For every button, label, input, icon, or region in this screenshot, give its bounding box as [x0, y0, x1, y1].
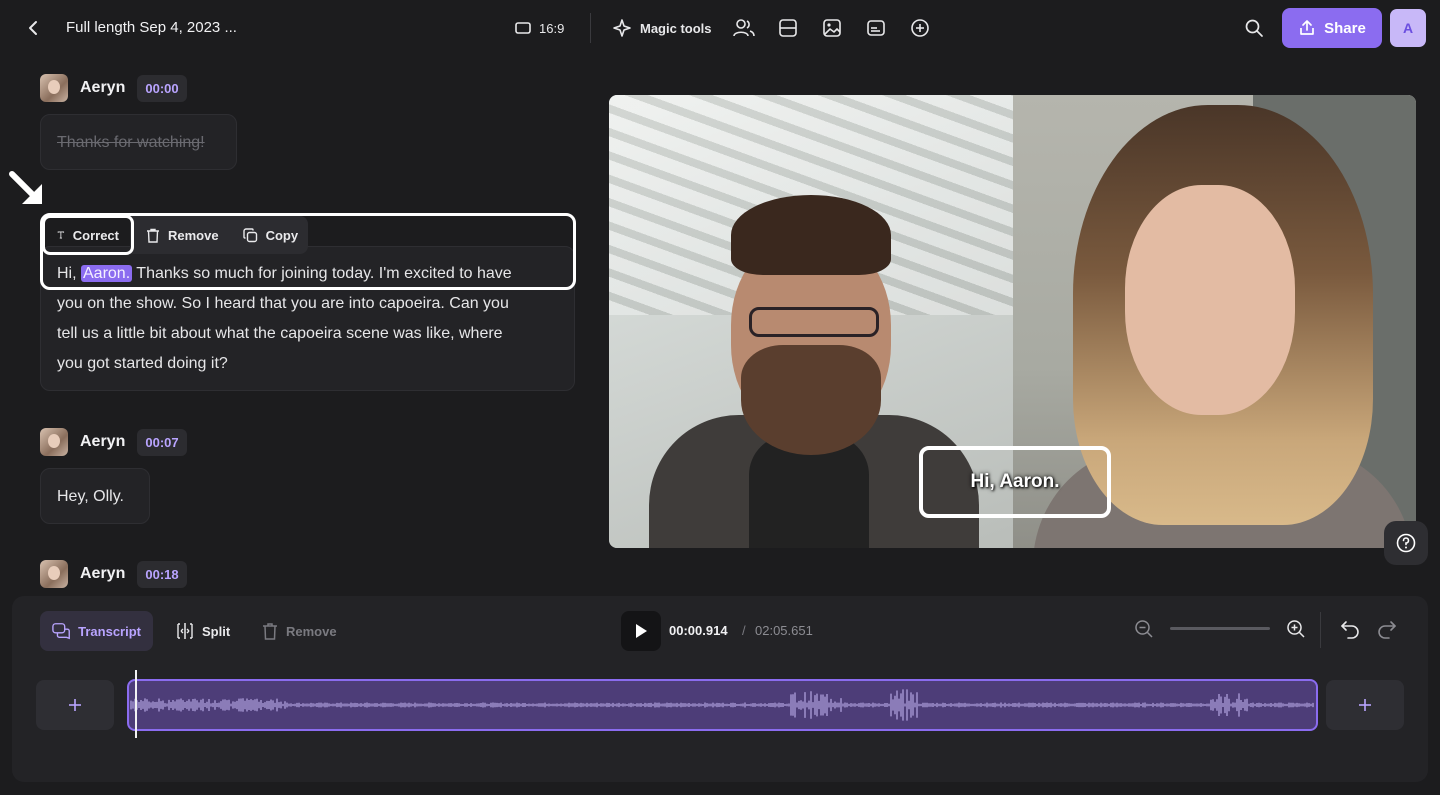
segment-text: Hey, Olly. [57, 488, 124, 505]
toolbar-divider [590, 13, 591, 43]
media-button[interactable] [820, 16, 844, 40]
help-icon [1396, 533, 1416, 553]
trash-icon [263, 623, 277, 640]
timestamp-badge[interactable]: 00:00 [137, 74, 187, 102]
speaker-name[interactable]: Aeryn [80, 433, 125, 451]
plus-icon [1359, 699, 1371, 711]
add-button[interactable] [908, 16, 932, 40]
aspect-ratio-button[interactable]: 16:9 [515, 17, 564, 39]
timeline-divider [1320, 612, 1321, 648]
segment-line: you got started doing it? [57, 355, 228, 372]
layout-icon [779, 19, 797, 37]
video-preview[interactable]: Hi, Aaron. [609, 95, 1416, 548]
top-bar: Full length Sep 4, 2023 ... 16:9 Magic t… [0, 0, 1440, 56]
waveform [130, 689, 1314, 721]
transcript-segment[interactable]: Hey, Olly. [40, 468, 150, 524]
playhead[interactable] [135, 670, 137, 738]
zoom-out-icon[interactable] [1134, 619, 1154, 639]
timestamp-badge[interactable]: 00:18 [137, 560, 187, 588]
speaker-name[interactable]: Aeryn [80, 565, 125, 583]
play-icon [636, 624, 647, 638]
search-icon [1245, 19, 1263, 37]
help-button[interactable] [1384, 521, 1428, 565]
add-clip-after-button[interactable] [1326, 680, 1404, 730]
speaker-name[interactable]: Aeryn [80, 79, 125, 97]
captions-button[interactable] [864, 16, 888, 40]
users-icon [733, 19, 755, 37]
split-button[interactable]: Split [164, 611, 242, 651]
search-button[interactable] [1242, 16, 1266, 40]
plus-icon [69, 699, 81, 711]
transcript-label: Transcript [78, 623, 141, 639]
sparkle-icon [613, 19, 631, 37]
speaker-row: Aeryn 00:18 [40, 560, 187, 588]
segment-line: tell us a little bit about what the capo… [57, 325, 503, 342]
image-icon [823, 19, 841, 37]
segment-line: you on the show. So I heard that you are… [57, 295, 509, 312]
chat-icon [52, 623, 70, 640]
selection-highlight-box [40, 213, 576, 290]
back-button[interactable] [22, 16, 44, 40]
share-icon [1300, 20, 1314, 35]
remove-clip-label: Remove [286, 623, 337, 639]
transcript-toggle-button[interactable]: Transcript [40, 611, 153, 651]
chevron-left-icon [29, 21, 37, 35]
undo-icon[interactable] [1340, 619, 1360, 639]
split-icon [177, 623, 193, 639]
timestamp-badge[interactable]: 00:07 [137, 428, 187, 456]
speaker-avatar [40, 560, 68, 588]
speaker-avatar [40, 428, 68, 456]
transcript-segment[interactable]: Thanks for watching! [40, 114, 237, 170]
magic-tools-button[interactable]: Magic tools [612, 16, 712, 40]
share-label: Share [1324, 19, 1366, 37]
speaker-avatar [40, 74, 68, 102]
user-avatar[interactable]: A [1390, 9, 1426, 47]
zoom-slider[interactable] [1170, 627, 1270, 630]
add-clip-before-button[interactable] [36, 680, 114, 730]
speaker-row: Aeryn 00:07 [40, 428, 187, 456]
play-button[interactable] [621, 611, 661, 651]
audio-track-clip[interactable] [127, 679, 1318, 731]
pointer-arrow-icon [9, 171, 42, 204]
caption-overlay[interactable]: Hi, Aaron. [919, 446, 1111, 518]
share-button[interactable]: Share [1282, 8, 1382, 48]
time-separator: / [742, 623, 746, 638]
split-label: Split [202, 623, 231, 639]
plus-circle-icon [911, 19, 929, 37]
zoom-in-icon[interactable] [1286, 619, 1306, 639]
layout-button[interactable] [776, 16, 800, 40]
removed-text: Thanks for watching! [57, 134, 205, 151]
aspect-ratio-icon [515, 22, 531, 34]
total-duration: 02:05.651 [755, 623, 813, 638]
current-time: 00:00.914 [669, 623, 728, 638]
caption-text: Hi, Aaron. [970, 471, 1060, 492]
magic-tools-label: Magic tools [640, 20, 712, 36]
speaker-row: Aeryn 00:00 [40, 74, 187, 102]
speakers-button[interactable] [732, 16, 756, 40]
captions-icon [867, 20, 885, 36]
aspect-ratio-label: 16:9 [539, 20, 565, 36]
remove-clip-button[interactable]: Remove [250, 611, 349, 651]
redo-icon[interactable] [1377, 619, 1397, 639]
project-title[interactable]: Full length Sep 4, 2023 ... [66, 19, 237, 36]
